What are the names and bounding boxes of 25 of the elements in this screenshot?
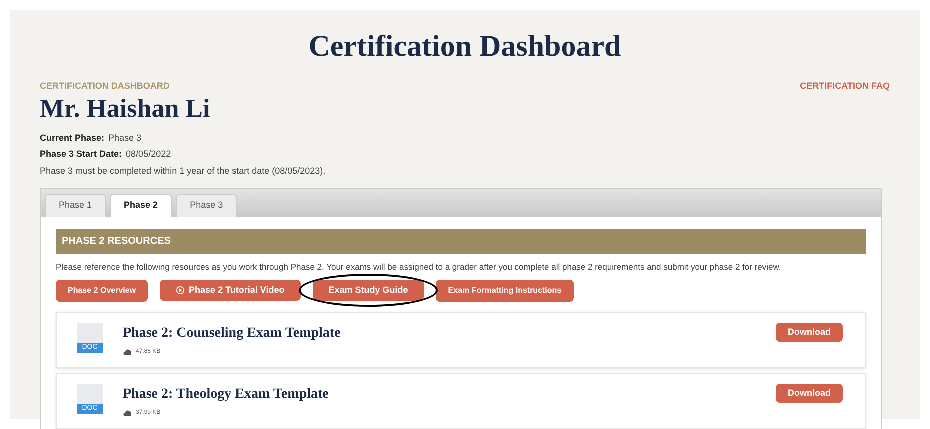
download-button[interactable]: Download [776,322,843,342]
phase-tab[interactable]: Phase 3 [176,194,238,216]
resource-button[interactable]: Phase 2 Tutorial Video [160,280,301,302]
section-header: PHASE 2 RESOURCES [56,228,866,254]
play-circle-icon [176,286,186,295]
page-title: Certification Dashboard [308,32,622,62]
deadline-notice: Phase 3 must be completed within 1 year of the start date (08/05/2023). [40,164,327,178]
section-eyebrow: CERTIFICATION DASHBOARD [40,80,170,93]
phase-tab[interactable]: Phase 1 [45,194,106,216]
user-name: Mr. Haishan Li [40,96,212,122]
detail-value: Phase 3 [108,132,142,144]
resource-button[interactable]: Exam Study Guide [312,280,424,302]
cloud-icon [123,410,132,416]
detail-label: Phase 3 Start Date: [40,148,122,161]
download-button[interactable]: Download [776,384,843,403]
file-title: Phase 2: Theology Exam Template [123,386,330,404]
file-title: Phase 2: Counseling Exam Template [123,324,342,342]
faq-link[interactable]: CERTIFICATION FAQ [800,80,890,94]
intro-text: Please reference the following resources as you work through Phase 2. Your exams will be assigned to a grader after you complete all phase 2 requirements and submit your phase 2 for review. [56,260,782,272]
resource-button[interactable]: Phase 2 Overview [56,280,148,302]
resource-button[interactable]: Exam Formatting Instructions [436,280,574,302]
phase-tab[interactable]: Phase 2 [110,194,172,216]
detail-label: Current Phase: [40,132,105,144]
cloud-icon [123,349,132,355]
detail-value: 08/05/2022 [126,148,172,161]
